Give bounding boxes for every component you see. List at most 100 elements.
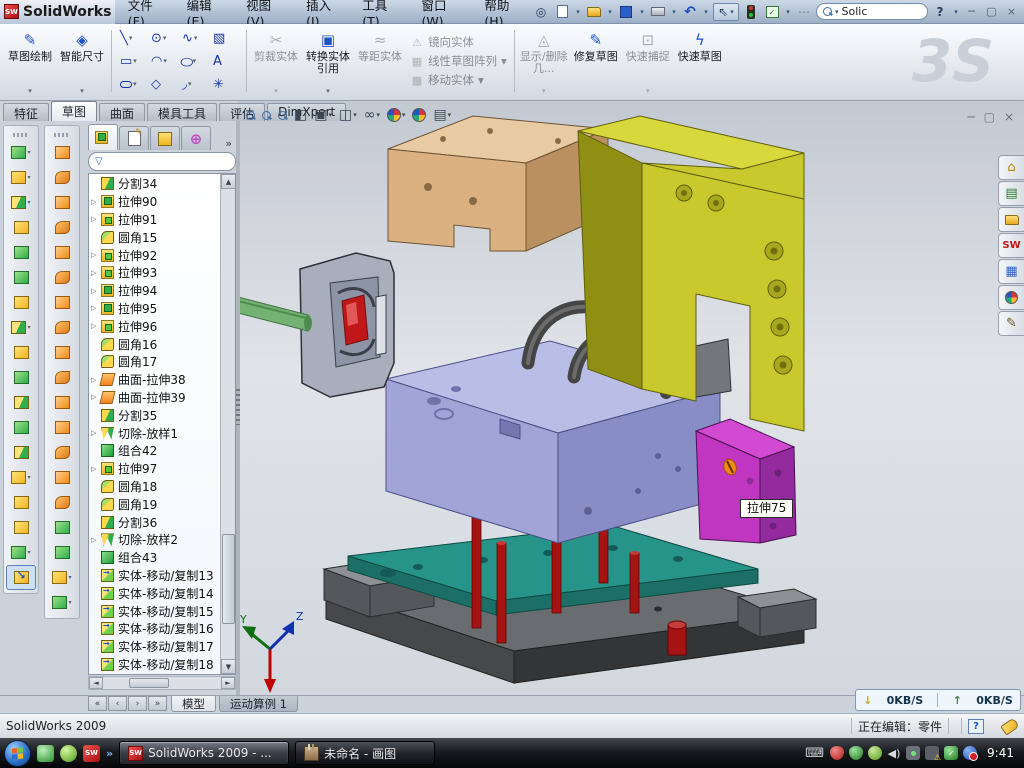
display-style-caret[interactable]: ▾: [353, 111, 357, 119]
ruled-surface-button[interactable]: [45, 340, 79, 365]
help-caret[interactable]: ▾: [952, 3, 960, 20]
doc-nav-2[interactable]: ›: [128, 696, 147, 711]
graphics-viewport[interactable]: Y Z X 拉伸75: [238, 101, 1024, 695]
propertymanager-tab[interactable]: [119, 126, 149, 150]
tree-item[interactable]: ▷拉伸90: [89, 193, 220, 211]
tree-item[interactable]: 分割34: [89, 175, 220, 193]
expander-icon[interactable]: ▷: [91, 287, 101, 295]
point-tool[interactable]: ✳: [210, 73, 241, 96]
expander-icon[interactable]: ▷: [91, 322, 101, 330]
extend-surface-button[interactable]: [45, 465, 79, 490]
search-box[interactable]: ▾ Solic: [816, 3, 928, 20]
tab-草图[interactable]: 草图: [51, 101, 97, 121]
spline-tool-2-caret[interactable]: ▾: [68, 599, 71, 606]
freeform-button[interactable]: [45, 315, 79, 340]
tree-item[interactable]: 圆角18: [89, 478, 220, 496]
tree-filter-box[interactable]: ▽: [88, 152, 236, 171]
tree-item[interactable]: ▷切除-放样2: [89, 531, 220, 549]
swept-surface-button[interactable]: [45, 190, 79, 215]
quicklaunch-solidworks-icon[interactable]: SW: [83, 745, 100, 762]
reference-point-2-button[interactable]: ▾: [45, 565, 79, 590]
move-copy-body-button[interactable]: [4, 440, 38, 465]
sketch-fillet-tool[interactable]: ◞▾: [179, 73, 210, 96]
swept-boss-button[interactable]: [4, 215, 38, 240]
tree-horizontal-scrollbar[interactable]: ◄ ►: [88, 676, 236, 690]
reference-plane-button[interactable]: [4, 490, 38, 515]
line-tool[interactable]: ╲▾: [117, 27, 148, 50]
tree-item[interactable]: 实体-移动/复制13: [89, 567, 220, 585]
apply-scene-button[interactable]: ▾: [387, 105, 406, 125]
save-icon[interactable]: [617, 3, 635, 20]
reference-axis-button[interactable]: [4, 515, 38, 540]
tray-security-green-icon[interactable]: [849, 746, 863, 760]
help-icon[interactable]: ?: [931, 3, 949, 20]
arc-tool[interactable]: ◠▾: [148, 50, 179, 73]
taskpane-view-palette-tab[interactable]: ▦: [998, 259, 1024, 284]
split-button[interactable]: [4, 365, 38, 390]
tree-item[interactable]: ▷拉伸94: [89, 282, 220, 300]
scroll-right-button[interactable]: ►: [221, 677, 235, 689]
color-swatch-icon[interactable]: [742, 3, 760, 20]
tray-defender-icon[interactable]: ✓: [944, 746, 958, 760]
select-region-tool[interactable]: ▧: [210, 27, 241, 50]
hide-show-items-button[interactable]: ∞▾: [364, 105, 380, 125]
ribbon-big-smart-dimension[interactable]: ◈智能尺寸▾: [56, 26, 108, 96]
tree-item[interactable]: 实体-移动/复制15: [89, 602, 220, 620]
search-input[interactable]: Solic: [842, 5, 921, 18]
view-settings-button[interactable]: ▤▾: [433, 105, 451, 125]
tab-曲面[interactable]: 曲面: [99, 103, 145, 121]
ribbon-right-3[interactable]: ϟ快速草图: [674, 26, 726, 96]
tray-security-red-icon[interactable]: [830, 746, 844, 760]
tree-item[interactable]: 实体-移动/复制17: [89, 638, 220, 656]
ribbon-mid-1[interactable]: ▣转换实体引用▾: [302, 26, 354, 96]
hide-show-items-caret[interactable]: ▾: [376, 111, 380, 119]
quicklaunch-messenger-icon[interactable]: [37, 745, 54, 762]
options-icon[interactable]: ✓: [763, 3, 781, 20]
taskpane-file-explorer-tab[interactable]: [998, 207, 1024, 232]
tree-vertical-scrollbar[interactable]: ▲ ▼: [220, 174, 235, 674]
taskpane-design-library-tab[interactable]: ▤: [998, 181, 1024, 206]
expander-icon[interactable]: ▷: [91, 198, 101, 206]
tree-item[interactable]: 实体-移动/复制18: [89, 656, 220, 674]
tree-item[interactable]: ▷曲面-拉伸39: [89, 389, 220, 407]
taskbar-window-0[interactable]: SWSolidWorks 2009 - ...: [119, 741, 289, 765]
tree-item[interactable]: 组合42: [89, 442, 220, 460]
doc-nav-1[interactable]: ‹: [108, 696, 127, 711]
text-tool[interactable]: A: [210, 50, 241, 73]
new-caret[interactable]: ▾: [574, 3, 582, 20]
pin-icon[interactable]: ◎: [532, 3, 550, 20]
print-icon[interactable]: [649, 3, 667, 20]
taskpane-custom-properties-tab[interactable]: ✎: [998, 311, 1024, 336]
spline-tool-caret[interactable]: ▾: [27, 549, 30, 556]
search-caret[interactable]: ▾: [835, 8, 839, 16]
doc-tab-运动算例 1[interactable]: 运动算例 1: [219, 696, 298, 712]
display-style-button[interactable]: ◫▾: [339, 105, 357, 125]
configurationmanager-tab[interactable]: [150, 126, 180, 150]
undo-caret[interactable]: ▾: [702, 3, 710, 20]
tree-item[interactable]: 组合43: [89, 549, 220, 567]
extruded-boss-button[interactable]: ▾: [4, 140, 38, 165]
tag-icon[interactable]: [1000, 717, 1019, 735]
featuremanager-tab[interactable]: [88, 124, 118, 150]
combine-button[interactable]: [4, 415, 38, 440]
edit-appearance-button[interactable]: [412, 105, 426, 125]
ribbon-mid-1-caret[interactable]: ▾: [326, 88, 330, 96]
tree-item[interactable]: 圆角15: [89, 228, 220, 246]
tab-模具工具[interactable]: 模具工具: [147, 103, 217, 121]
circle-caret[interactable]: ▾: [163, 34, 167, 42]
revolved-boss-button[interactable]: ▾: [4, 165, 38, 190]
split-line-button[interactable]: [4, 390, 38, 415]
instant3d-button[interactable]: [6, 565, 36, 590]
doc-nav-3[interactable]: »: [148, 696, 167, 711]
spline-tool-2-button[interactable]: ▾: [45, 590, 79, 615]
expander-icon[interactable]: ▷: [91, 536, 101, 544]
knit-surface-button[interactable]: [45, 515, 79, 540]
extruded-surface-button[interactable]: [45, 140, 79, 165]
tree-item[interactable]: 实体-移动/复制16: [89, 620, 220, 638]
scroll-down-button[interactable]: ▼: [221, 659, 236, 674]
save-caret[interactable]: ▾: [638, 3, 646, 20]
options-caret[interactable]: ▾: [784, 3, 792, 20]
spline-tool[interactable]: ∿▾: [179, 27, 210, 50]
delete-face-button[interactable]: [45, 390, 79, 415]
zoom-fit-button[interactable]: [246, 105, 255, 125]
